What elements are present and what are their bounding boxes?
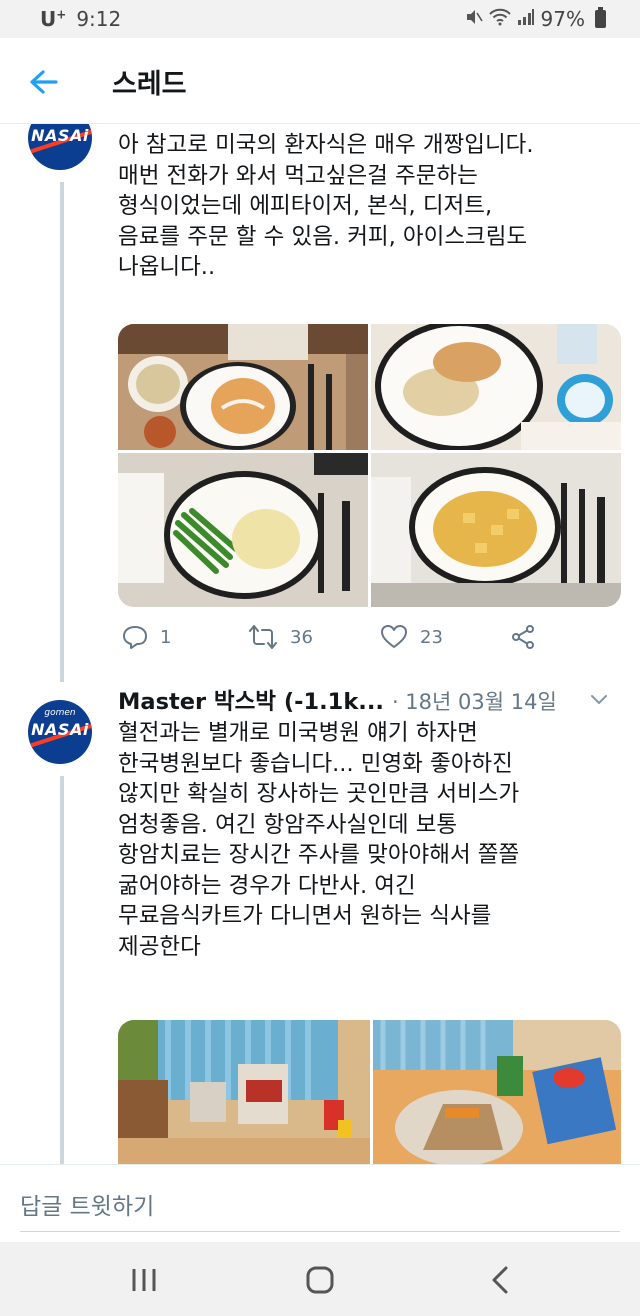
tweet-media[interactable] bbox=[118, 324, 621, 607]
status-bar: U+ 9:12 97% bbox=[0, 0, 640, 38]
recent-apps-button[interactable] bbox=[124, 1260, 164, 1300]
reply-button[interactable]: 1 bbox=[122, 624, 171, 650]
more-options-button[interactable] bbox=[588, 688, 610, 710]
reply-underline bbox=[20, 1231, 620, 1232]
reply-icon bbox=[123, 626, 147, 649]
home-icon bbox=[306, 1266, 334, 1294]
avatar[interactable]: gomen NASAi bbox=[28, 124, 92, 170]
avatar[interactable]: gomen NASAi bbox=[28, 700, 92, 764]
reply-bar: 답글 트윗하기 bbox=[0, 1164, 640, 1242]
clock: 9:12 bbox=[76, 7, 122, 31]
tweet-text: 아 참고로 미국의 환자식은 매우 개짱입니다. 매번 전화가 와서 먹고싶은걸… bbox=[118, 132, 534, 280]
back-chevron-icon bbox=[492, 1266, 508, 1294]
avatar-logo-text: NASAi bbox=[31, 126, 89, 145]
recent-apps-icon bbox=[132, 1269, 156, 1291]
heart-icon bbox=[381, 625, 407, 648]
retweet-button[interactable]: 36 bbox=[248, 624, 313, 650]
media-photo-pancakes[interactable] bbox=[118, 324, 368, 450]
mute-icon bbox=[465, 8, 483, 31]
share-button[interactable] bbox=[510, 624, 536, 650]
battery-percent: 97% bbox=[540, 7, 585, 31]
tweet-text: 혈전과는 별개로 미국병원 얘기 하자면 한국병원보다 좋습니다... 민영화 … bbox=[118, 720, 520, 960]
tweet-actions: 1 36 23 bbox=[118, 624, 588, 654]
like-count: 23 bbox=[420, 626, 443, 648]
wifi-icon bbox=[488, 8, 511, 31]
share-icon bbox=[512, 625, 534, 649]
like-button[interactable]: 23 bbox=[380, 624, 443, 650]
thread-line bbox=[60, 776, 64, 1164]
tweet-date: · 18년 03월 14일 bbox=[391, 690, 557, 714]
back-button[interactable] bbox=[24, 62, 64, 102]
battery-icon bbox=[595, 7, 606, 28]
avatar-logo-text: NASAi bbox=[31, 720, 89, 739]
reply-input[interactable]: 답글 트윗하기 bbox=[20, 1187, 154, 1221]
author-name[interactable]: Master 박스박 (-1.1k... bbox=[118, 684, 384, 716]
media-photo-food-cart[interactable] bbox=[373, 1020, 621, 1164]
page-title: 스레드 bbox=[112, 69, 187, 100]
media-photo-chicken[interactable] bbox=[371, 324, 621, 450]
tweet-media[interactable] bbox=[118, 1020, 621, 1164]
media-photo-pasta[interactable] bbox=[371, 453, 621, 607]
thread-content[interactable]: gomen NASAi 아 참고로 미국의 환자식은 매우 개짱입니다. 매번 … bbox=[0, 124, 640, 1164]
system-nav-bar bbox=[0, 1242, 640, 1316]
signal-icon bbox=[517, 8, 535, 31]
app-bar: 스레드 bbox=[0, 38, 640, 124]
media-photo-green-beans[interactable] bbox=[118, 453, 368, 607]
media-photo-infusion-room[interactable] bbox=[118, 1020, 370, 1164]
chevron-down-icon bbox=[591, 695, 607, 704]
thread-line bbox=[60, 182, 64, 682]
retweet-icon bbox=[249, 625, 277, 649]
home-button[interactable] bbox=[300, 1260, 340, 1300]
retweet-count: 36 bbox=[290, 626, 313, 648]
tweet-header: Master 박스박 (-1.1k... · 18년 03월 14일 bbox=[118, 684, 618, 716]
reply-count: 1 bbox=[160, 626, 172, 648]
carrier-label: U+ bbox=[40, 7, 67, 31]
back-nav-button[interactable] bbox=[480, 1260, 520, 1300]
back-arrow-icon bbox=[30, 70, 58, 94]
